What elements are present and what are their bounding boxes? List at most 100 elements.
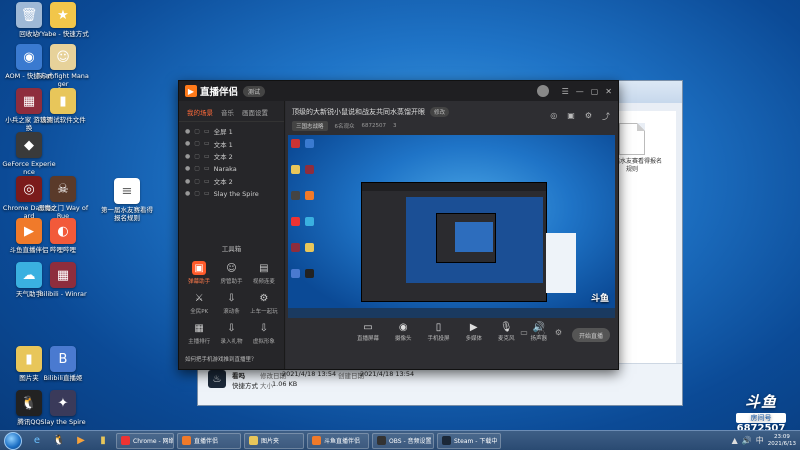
taskbar-window-button[interactable]: 直播伴侣 <box>177 432 241 449</box>
avatar[interactable] <box>536 85 549 97</box>
source-control[interactable]: 🎙 麦克风 <box>498 322 515 342</box>
source-control-icon: ▭ <box>363 322 373 333</box>
tool-item[interactable]: ⇩ 虚拟形象 <box>248 321 280 346</box>
room-title: 顶级的大新锐小鼠说和战友共同水蒸馏开眼 <box>292 108 425 116</box>
desktop-icon-txtfile[interactable]: ≡ 第一届水友赛看得报名规则 <box>100 178 154 222</box>
tool-item[interactable]: ☺ 房管助手 <box>215 261 247 286</box>
tool-item[interactable]: ⇩ 滚动条 <box>215 291 247 316</box>
visibility-eye-icon[interactable]: ● <box>185 128 190 135</box>
layer-label: 文本 2 <box>213 153 233 162</box>
desktop-icon-rar2[interactable]: ▦ Bilibili - Winrar <box>36 262 90 298</box>
tool-item[interactable]: ⚙ 上车一起玩 <box>248 291 280 316</box>
tool-icon: ▤ <box>259 262 269 274</box>
taskbar-window-button[interactable]: Chrome - 网络斗鱼 <box>116 432 174 449</box>
tool-item[interactable]: ▦ 主播排行 <box>183 321 215 346</box>
tool-item[interactable]: ▣ 弹幕助手 <box>183 261 215 285</box>
edit-title-button[interactable]: 修改 <box>430 107 450 117</box>
start-button[interactable] <box>4 431 22 450</box>
tab-0[interactable]: 我的场景 <box>187 107 213 117</box>
lock-icon[interactable]: ▢ <box>194 140 200 147</box>
start-stream-button[interactable]: 开始直播 <box>572 328 610 342</box>
clock[interactable]: 23:09 2021/6/13 <box>768 434 796 448</box>
desktop-icon-ytatsu[interactable]: ★ YYabe - 快速方式 <box>36 2 90 38</box>
tool-label: 虚拟形象 <box>252 339 275 345</box>
tool-item[interactable]: ▤ 视频连麦 <box>248 261 280 286</box>
tool-item[interactable]: ⇩ 录入礼物 <box>215 321 247 346</box>
desktop-icon-b[interactable]: B Bilibili直播姬 <box>36 346 90 382</box>
lock-icon[interactable]: ▢ <box>194 190 200 197</box>
close-icon[interactable]: ✕ <box>605 87 612 96</box>
desktop-icon-label: YYabe - 快速方式 <box>37 30 89 38</box>
app-titlebar[interactable]: ▶ 直播伴侣 测试 ☰ — ▢ ✕ <box>179 81 618 101</box>
layer-label: 文本 1 <box>213 140 233 149</box>
system-tray: ▲ 🔊 中 23:09 2021/6/13 <box>732 434 800 448</box>
visibility-eye-icon[interactable]: ● <box>185 178 190 185</box>
desktop-icon-label: Bilibili - Winrar <box>39 290 87 298</box>
taskbar-app-icon <box>121 436 130 445</box>
desktop-icon-game3[interactable]: ✦ Slay the Spire <box>36 390 90 426</box>
taskbar-app-icon <box>442 436 451 445</box>
source-control[interactable]: ▶ 多媒体 <box>466 322 483 342</box>
minimize-icon[interactable]: — <box>576 87 584 96</box>
visibility-eye-icon[interactable]: ● <box>185 190 190 197</box>
settings-icon[interactable]: ⚙ <box>585 111 592 122</box>
lock-icon[interactable]: ▢ <box>194 165 200 172</box>
taskbar-window-button[interactable]: Steam - 下载中 <box>437 432 501 449</box>
share-icon[interactable]: ⤴ <box>602 111 610 122</box>
camera-switch-icon[interactable]: ▭ <box>520 328 528 337</box>
beauty-icon[interactable]: ◌ <box>538 328 545 337</box>
preview-desktop-icon <box>305 139 314 148</box>
taskbar-window-button[interactable]: 图片夹 <box>244 432 304 449</box>
source-control-icon: 🎙 <box>499 322 513 333</box>
stream-panel: 顶级的大新锐小鼠说和战友共同水蒸馏开眼 修改 ◎ ▣ ⚙ ⤴ 三国志战略 6名观… <box>286 101 618 369</box>
screenshot-icon[interactable]: ▣ <box>567 111 575 122</box>
taskbar-folder-icon[interactable]: ▮ <box>94 433 112 449</box>
clock-date: 2021/6/13 <box>767 440 796 447</box>
desktop-icon-teamfight[interactable]: ☺ Teamfight Manager <box>36 44 90 88</box>
gear-icon[interactable]: ⚙ <box>555 328 562 337</box>
taskbar-window-button[interactable]: 斗鱼直播伴侣 <box>307 432 369 449</box>
desktop-icon-label: Bilibili直播姬 <box>43 374 83 382</box>
taskbar-qq-icon[interactable]: 🐧 <box>50 433 68 449</box>
tray-input-icon[interactable]: 中 <box>756 435 764 446</box>
tray-network-icon[interactable]: ▲ <box>732 436 738 445</box>
tab-1[interactable]: 音乐 <box>221 107 234 117</box>
desktop-icon-bilibili[interactable]: ◐ 哔哩哔哩 <box>36 218 90 254</box>
layer-item[interactable]: ● ▢ ▭ 文本 2 <box>179 175 284 188</box>
tray-volume-icon[interactable]: 🔊 <box>742 436 752 445</box>
tab-2[interactable]: 画面设置 <box>242 107 268 117</box>
layer-item[interactable]: ● ▢ ▭ Naraka <box>179 163 284 176</box>
layer-type-icon: ▭ <box>203 177 210 185</box>
layer-item[interactable]: ● ▢ ▭ 文本 2 <box>179 150 284 163</box>
tool-icon: ⇩ <box>227 322 236 334</box>
tool-item[interactable]: ⚔ 全民PK <box>183 291 215 316</box>
lock-icon[interactable]: ▢ <box>194 128 200 135</box>
desktop-icon-game2[interactable]: ☠ 恶魔之门 Way of Rue <box>36 176 90 220</box>
visibility-eye-icon[interactable]: ● <box>185 165 190 172</box>
layer-label: 文本 2 <box>213 178 233 187</box>
details-modified: 2021/4/18 13:54 <box>282 370 337 378</box>
visibility-eye-icon[interactable]: ● <box>185 153 190 160</box>
visibility-eye-icon[interactable]: ● <box>185 140 190 147</box>
taskbar-ie-icon[interactable]: e <box>28 433 46 449</box>
stream-preview[interactable]: 斗鱼 <box>288 135 615 318</box>
lock-icon[interactable]: ▢ <box>194 178 200 185</box>
source-control-icon: ▶ <box>469 322 478 333</box>
menu-icon[interactable]: ☰ <box>562 87 569 96</box>
lock-icon[interactable]: ▢ <box>194 153 200 160</box>
source-control[interactable]: ▯ 手机投屏 <box>427 322 449 342</box>
layer-item[interactable]: ● ▢ ▭ Slay the Spire <box>179 188 284 201</box>
layer-item[interactable]: ● ▢ ▭ 文本 1 <box>179 138 284 151</box>
phone-game-tip[interactable]: 如何把手机游戏推到直播里？ <box>185 355 257 363</box>
category-badge[interactable]: 三国志战略 <box>292 121 328 131</box>
desktop-icon-folder1[interactable]: ▮ 该测试软件文件 <box>36 88 90 124</box>
layer-item[interactable]: ● ▢ ▭ 全屏 1 <box>179 125 284 138</box>
source-control[interactable]: ▭ 直播屏幕 <box>357 322 379 342</box>
taskbar-media-icon[interactable]: ▶ <box>72 433 90 449</box>
maximize-icon[interactable]: ▢ <box>591 87 599 96</box>
taskbar-app-icon <box>249 436 258 445</box>
record-icon[interactable]: ◎ <box>550 111 557 122</box>
source-control[interactable]: ◉ 摄像头 <box>395 322 412 342</box>
desktop-icon-geforce[interactable]: ◆ GeForce Experience <box>2 132 56 176</box>
taskbar-window-button[interactable]: OBS - 音频设置 <box>372 432 434 449</box>
